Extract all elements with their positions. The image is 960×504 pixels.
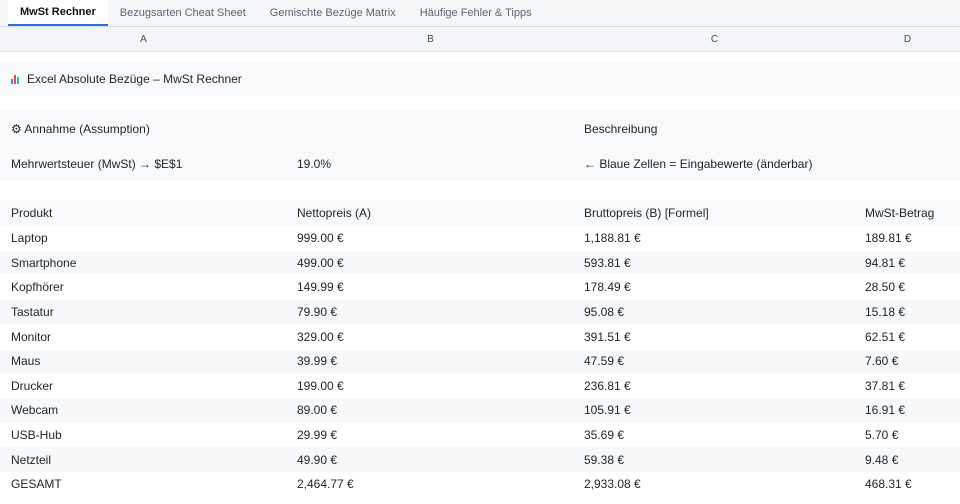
total-row: GESAMT 2,464.77 € 2,933.08 € 468.31 € <box>0 471 960 497</box>
table-row: USB-Hub 29.99 € 35.69 € 5.70 € <box>0 422 960 448</box>
gross-price-cell[interactable]: 236.81 € <box>574 379 855 393</box>
product-cell[interactable]: Tastatur <box>0 305 287 319</box>
tab-bezugsarten-cheat-sheet[interactable]: Bezugsarten Cheat Sheet <box>108 0 258 26</box>
header-produkt[interactable]: Produkt <box>0 206 287 220</box>
table-row: Tastatur 79.90 € 95.08 € 15.18 € <box>0 299 960 325</box>
vat-amount-cell[interactable]: 9.48 € <box>855 453 960 467</box>
spacer-row <box>0 52 960 62</box>
net-price-cell[interactable]: 29.99 € <box>287 428 574 442</box>
product-cell[interactable]: Netzteil <box>0 453 287 467</box>
product-cell[interactable]: USB-Hub <box>0 428 287 442</box>
total-vat-cell[interactable]: 468.31 € <box>855 477 960 491</box>
tab-gemischte-bezuege-matrix[interactable]: Gemischte Bezüge Matrix <box>258 0 408 26</box>
product-cell[interactable]: Drucker <box>0 379 287 393</box>
table-row: Monitor 329.00 € 391.51 € 62.51 € <box>0 324 960 349</box>
net-price-cell[interactable]: 39.99 € <box>287 354 574 368</box>
sheet-title-text: Excel Absolute Bezüge – MwSt Rechner <box>27 72 242 86</box>
total-label-cell[interactable]: GESAMT <box>0 477 287 491</box>
tab-haeufige-fehler-tipps[interactable]: Häufige Fehler & Tipps <box>408 0 544 26</box>
product-cell[interactable]: Smartphone <box>0 256 287 270</box>
gross-price-cell[interactable]: 178.49 € <box>574 280 855 294</box>
sheet-title[interactable]: Excel Absolute Bezüge – MwSt Rechner <box>0 72 242 86</box>
net-price-cell[interactable]: 329.00 € <box>287 330 574 344</box>
assumption-header-row: ⚙ Annahme (Assumption) Beschreibung <box>0 111 960 147</box>
gross-price-cell[interactable]: 1,188.81 € <box>574 231 855 245</box>
tab-mwst-rechner[interactable]: MwSt Rechner <box>8 0 108 26</box>
assumption-label-cell[interactable]: ⚙ Annahme (Assumption) <box>0 122 287 136</box>
table-row: Kopfhörer 149.99 € 178.49 € 28.50 € <box>0 275 960 300</box>
column-header-b[interactable]: B <box>287 27 574 51</box>
sheet-tab-bar: MwSt Rechner Bezugsarten Cheat Sheet Gem… <box>0 0 960 27</box>
net-price-cell[interactable]: 499.00 € <box>287 256 574 270</box>
table-row: Maus 39.99 € 47.59 € 7.60 € <box>0 348 960 374</box>
description-label-cell[interactable]: Beschreibung <box>574 122 855 136</box>
vat-amount-cell[interactable]: 7.60 € <box>855 354 960 368</box>
vat-amount-cell[interactable]: 94.81 € <box>855 256 960 270</box>
header-bruttopreis[interactable]: Bruttopreis (B) [Formel] <box>574 206 855 220</box>
bar-chart-icon <box>11 74 21 84</box>
product-cell[interactable]: Webcam <box>0 403 287 417</box>
gross-price-cell[interactable]: 35.69 € <box>574 428 855 442</box>
table-row: Laptop 999.00 € 1,188.81 € 189.81 € <box>0 226 960 251</box>
table-row: Drucker 199.00 € 236.81 € 37.81 € <box>0 373 960 399</box>
header-nettopreis[interactable]: Nettopreis (A) <box>287 206 574 220</box>
product-cell[interactable]: Monitor <box>0 330 287 344</box>
gross-price-cell[interactable]: 95.08 € <box>574 305 855 319</box>
column-header-row: A B C D <box>0 27 960 52</box>
vat-amount-cell[interactable]: 5.70 € <box>855 428 960 442</box>
vat-row: Mehrwertsteuer (MwSt) → $E$1 19.0% ← Bla… <box>0 147 960 181</box>
gross-price-cell[interactable]: 59.38 € <box>574 453 855 467</box>
net-price-cell[interactable]: 999.00 € <box>287 231 574 245</box>
vat-amount-cell[interactable]: 16.91 € <box>855 403 960 417</box>
vat-amount-cell[interactable]: 37.81 € <box>855 379 960 393</box>
column-header-a[interactable]: A <box>0 27 287 51</box>
table-row: Smartphone 499.00 € 593.81 € 94.81 € <box>0 250 960 276</box>
header-mwst-betrag[interactable]: MwSt-Betrag <box>855 206 960 220</box>
spacer-row <box>0 181 960 200</box>
spacer-row <box>0 96 960 111</box>
net-price-cell[interactable]: 89.00 € <box>287 403 574 417</box>
vat-amount-cell[interactable]: 28.50 € <box>855 280 960 294</box>
table-header-row: Produkt Nettopreis (A) Bruttopreis (B) [… <box>0 200 960 226</box>
vat-amount-cell[interactable]: 189.81 € <box>855 231 960 245</box>
table-row: Netzteil 49.90 € 59.38 € 9.48 € <box>0 447 960 472</box>
vat-amount-cell[interactable]: 15.18 € <box>855 305 960 319</box>
gross-price-cell[interactable]: 391.51 € <box>574 330 855 344</box>
vat-label-cell[interactable]: Mehrwertsteuer (MwSt) → $E$1 <box>0 157 287 171</box>
column-header-d[interactable]: D <box>855 27 960 51</box>
gross-price-cell[interactable]: 105.91 € <box>574 403 855 417</box>
net-price-cell[interactable]: 199.00 € <box>287 379 574 393</box>
table-row: Webcam 89.00 € 105.91 € 16.91 € <box>0 398 960 423</box>
total-net-cell[interactable]: 2,464.77 € <box>287 477 574 491</box>
product-cell[interactable]: Laptop <box>0 231 287 245</box>
net-price-cell[interactable]: 79.90 € <box>287 305 574 319</box>
vat-note-cell[interactable]: ← Blaue Zellen = Eingabewerte (änderbar) <box>574 157 855 171</box>
net-price-cell[interactable]: 49.90 € <box>287 453 574 467</box>
product-cell[interactable]: Maus <box>0 354 287 368</box>
gross-price-cell[interactable]: 47.59 € <box>574 354 855 368</box>
column-header-c[interactable]: C <box>574 27 855 51</box>
title-row[interactable]: Excel Absolute Bezüge – MwSt Rechner <box>0 62 960 96</box>
vat-value-cell[interactable]: 19.0% <box>287 157 574 171</box>
gross-price-cell[interactable]: 593.81 € <box>574 256 855 270</box>
product-cell[interactable]: Kopfhörer <box>0 280 287 294</box>
total-gross-cell[interactable]: 2,933.08 € <box>574 477 855 491</box>
vat-amount-cell[interactable]: 62.51 € <box>855 330 960 344</box>
net-price-cell[interactable]: 149.99 € <box>287 280 574 294</box>
